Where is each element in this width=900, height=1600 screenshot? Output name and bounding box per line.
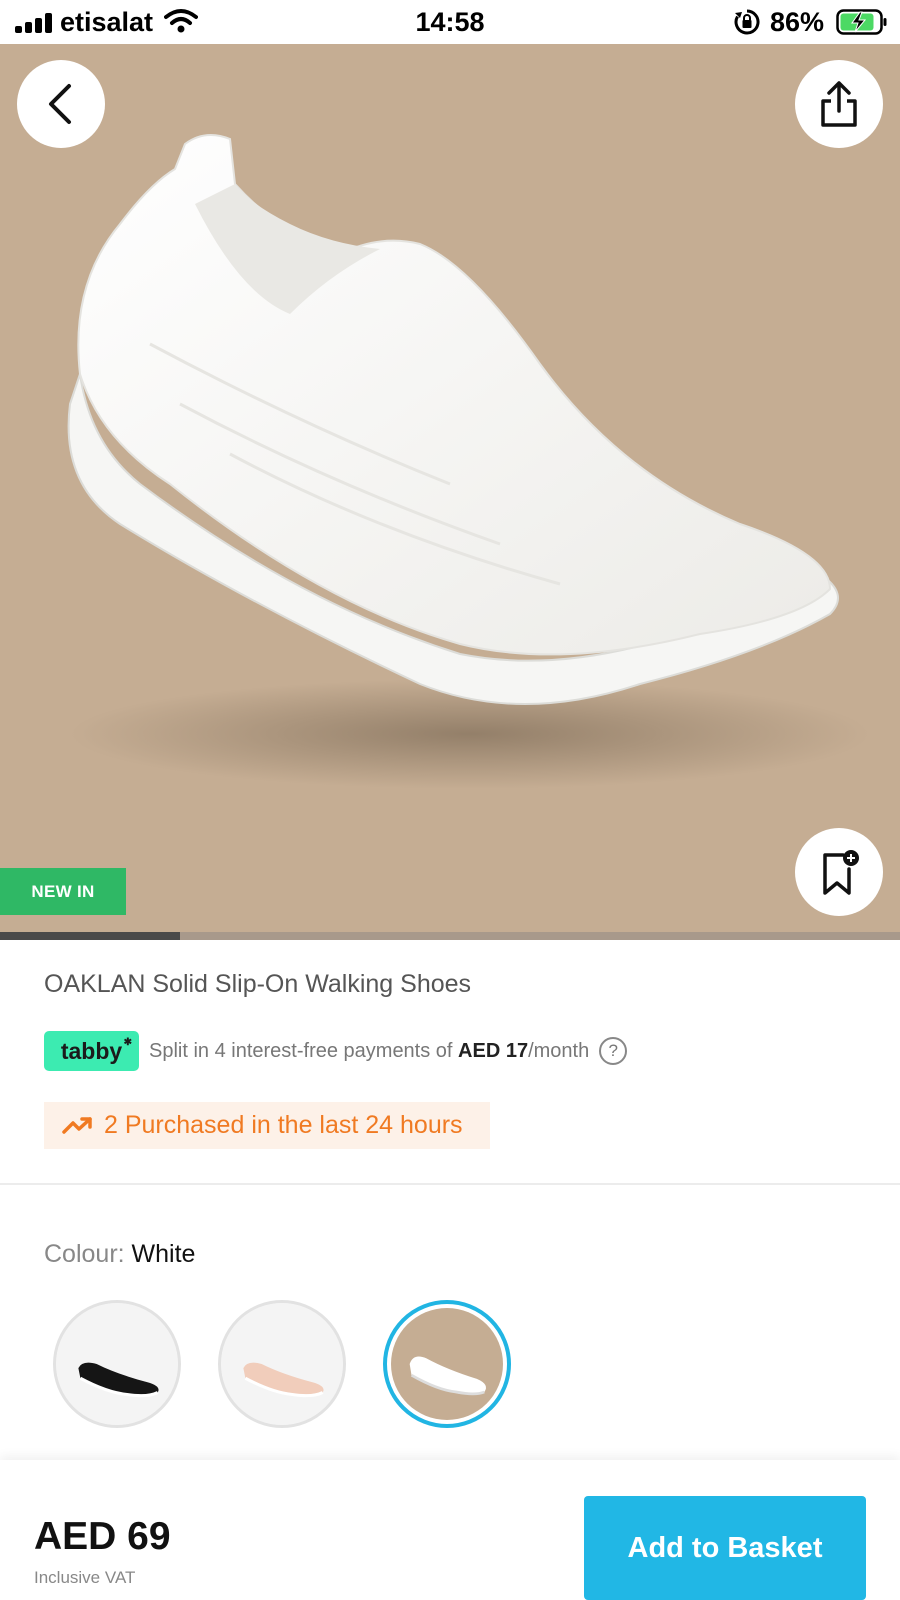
tabby-text: Split in 4 interest-free payments of AED… — [149, 1040, 589, 1063]
tabby-installments: tabby ✱ Split in 4 interest-free payments… — [44, 1031, 628, 1071]
status-bar: etisalat 14:58 86% — [0, 0, 900, 44]
add-to-basket-button[interactable]: Add to Basket — [584, 1496, 866, 1600]
colour-swatch-pink[interactable] — [218, 1300, 346, 1428]
pink-shoe-thumbnail — [221, 1303, 343, 1425]
share-button[interactable] — [795, 60, 883, 148]
product-price: AED 69 — [34, 1515, 171, 1558]
white-shoe-thumbnail — [391, 1308, 503, 1420]
colour-value: White — [131, 1240, 196, 1268]
tabby-text-prefix: Split in 4 interest-free payments of — [149, 1039, 459, 1062]
tabby-amount: AED 17 — [458, 1039, 529, 1062]
bookmark-add-icon — [823, 850, 859, 895]
colour-swatch-black[interactable] — [53, 1300, 181, 1428]
clock: 14:58 — [415, 7, 485, 37]
trending-up-icon — [62, 1116, 92, 1134]
purchase-count-text: 2 Purchased in the last 24 hours — [104, 1111, 463, 1139]
section-divider — [0, 1183, 900, 1185]
product-image — [67, 134, 870, 789]
rotation-lock-icon — [734, 9, 760, 35]
image-progress-track — [0, 932, 900, 940]
tabby-logo-text: tabby — [60, 1037, 123, 1064]
wishlist-button[interactable] — [795, 828, 883, 916]
help-icon[interactable]: ? — [599, 1037, 628, 1065]
colour-selection-label: Colour: White — [44, 1240, 195, 1269]
purchase-count-banner: 2 Purchased in the last 24 hours — [44, 1102, 490, 1149]
new-in-badge: NEW IN — [0, 868, 126, 915]
product-image-gallery[interactable]: NEW IN — [0, 44, 900, 940]
battery-percent: 86% — [770, 7, 825, 37]
vat-note: Inclusive VAT — [34, 1568, 136, 1587]
battery-charging-icon — [836, 9, 887, 35]
black-shoe-thumbnail — [56, 1303, 178, 1425]
back-button[interactable] — [17, 60, 105, 148]
image-progress-fill — [0, 932, 180, 940]
chevron-left-icon — [49, 84, 71, 124]
tabby-logo: tabby ✱ — [44, 1031, 139, 1071]
product-title: OAKLAN Solid Slip-On Walking Shoes — [44, 970, 472, 998]
share-icon — [821, 81, 857, 127]
tabby-suffix: /month — [528, 1039, 590, 1062]
colour-label: Colour: — [44, 1240, 125, 1268]
colour-swatch-white[interactable] — [383, 1300, 511, 1428]
